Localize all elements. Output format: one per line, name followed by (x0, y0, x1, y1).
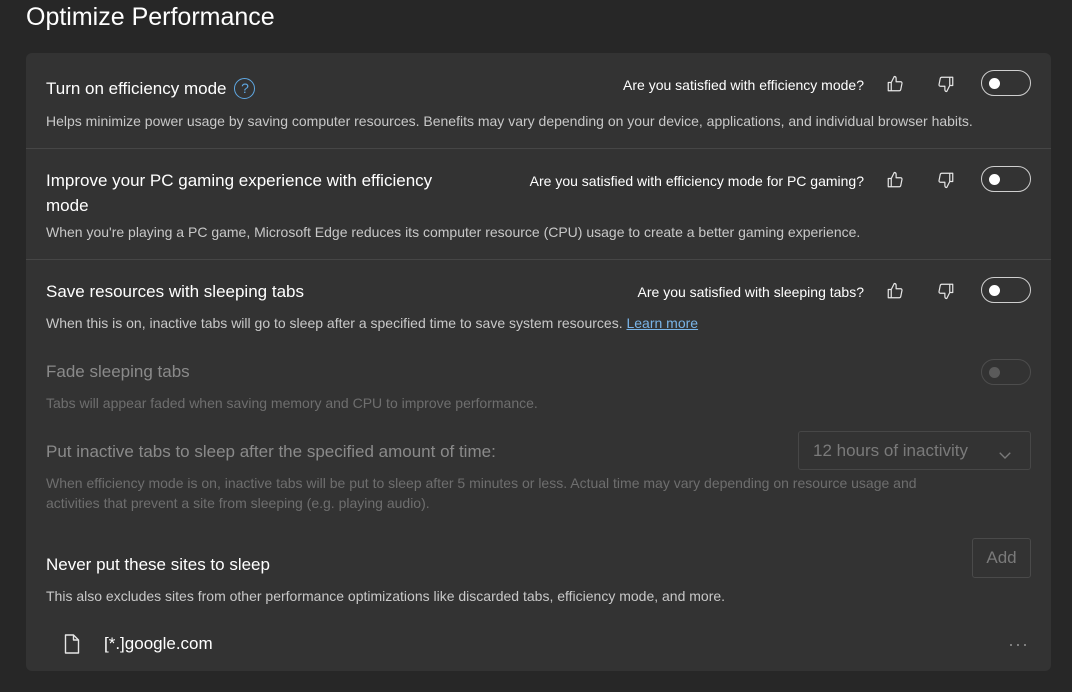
sleep-after-dropdown[interactable]: 12 hours of inactivity (798, 431, 1031, 470)
sleeping-tabs-question: Are you satisfied with sleeping tabs? (637, 284, 864, 300)
thumbs-down-icon[interactable] (935, 280, 957, 302)
toggle-knob (989, 174, 1000, 185)
fade-tabs-description: Tabs will appear faded when saving memor… (46, 395, 538, 411)
gaming-section: Improve your PC gaming experience with e… (26, 149, 1051, 259)
more-options-icon[interactable]: ··· (1008, 634, 1029, 655)
thumbs-up-icon[interactable] (884, 280, 906, 302)
gaming-title: Improve your PC gaming experience with e… (46, 171, 433, 215)
learn-more-link[interactable]: Learn more (626, 315, 698, 331)
list-item: [*.]google.com ··· (26, 626, 1051, 666)
sleeping-tabs-title: Save resources with sleeping tabs (46, 282, 304, 301)
sleeping-tabs-description: When this is on, inactive tabs will go t… (46, 315, 699, 331)
gaming-toggle[interactable] (981, 166, 1031, 192)
help-icon[interactable]: ? (234, 78, 256, 99)
toggle-knob (989, 285, 1000, 296)
thumbs-down-icon[interactable] (935, 73, 957, 95)
toggle-knob (989, 78, 1000, 89)
page-title: Optimize Performance (26, 3, 275, 31)
sleep-after-title: Put inactive tabs to sleep after the spe… (46, 442, 496, 461)
thumbs-down-icon[interactable] (935, 169, 957, 191)
gaming-description: When you're playing a PC game, Microsoft… (46, 224, 861, 240)
toggle-knob (989, 367, 1000, 378)
chevron-down-icon (996, 440, 1014, 477)
fade-tabs-toggle[interactable] (981, 359, 1031, 385)
efficiency-mode-toggle[interactable] (981, 70, 1031, 96)
add-site-button[interactable]: Add (972, 538, 1031, 578)
site-text: [*.]google.com (104, 634, 213, 653)
sleeping-tabs-toggle[interactable] (981, 277, 1031, 303)
fade-tabs-title: Fade sleeping tabs (46, 362, 190, 381)
thumbs-up-icon[interactable] (884, 73, 906, 95)
efficiency-mode-question: Are you satisfied with efficiency mode? (623, 77, 864, 93)
efficiency-mode-section: Turn on efficiency mode? Are you satisfi… (26, 53, 1051, 148)
never-sleep-title: Never put these sites to sleep (46, 555, 270, 574)
performance-card: Turn on efficiency mode? Are you satisfi… (26, 53, 1051, 671)
efficiency-mode-title: Turn on efficiency mode (46, 79, 227, 98)
thumbs-up-icon[interactable] (884, 169, 906, 191)
file-icon (64, 634, 80, 659)
never-sleep-description: This also excludes sites from other perf… (46, 588, 726, 604)
efficiency-mode-description: Helps minimize power usage by saving com… (46, 113, 973, 129)
gaming-question: Are you satisfied with efficiency mode f… (529, 173, 864, 189)
sleep-after-description: When efficiency mode is on, inactive tab… (46, 475, 917, 511)
sleeping-tabs-section: Save resources with sleeping tabs Are yo… (26, 260, 1051, 671)
